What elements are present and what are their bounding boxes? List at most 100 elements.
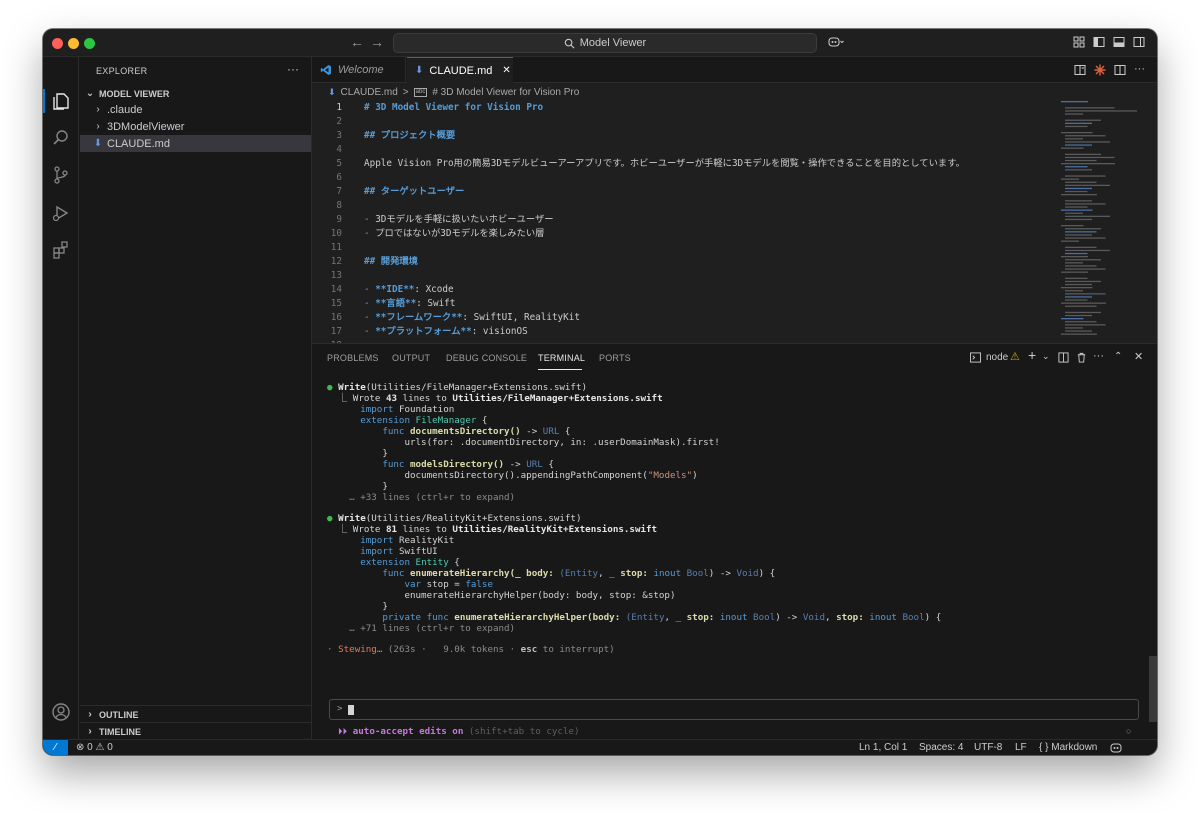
code-line[interactable]: 17 - **プラットフォーム**: visionOS (312, 325, 1052, 339)
minimap-line (1065, 125, 1088, 128)
open-preview-icon[interactable] (1074, 64, 1086, 76)
copilot-status-icon[interactable] (1110, 743, 1122, 753)
panel-tab-terminal[interactable]: TERMINAL (538, 353, 585, 363)
minimap-line (1065, 265, 1097, 267)
outline-section[interactable]: › OUTLINE (80, 705, 311, 722)
code-line[interactable]: 6 (312, 171, 1052, 185)
code-line[interactable]: 11 (312, 241, 1052, 255)
code-editor[interactable]: 1 # 3D Model Viewer for Vision Pro 2 3 ## プロ… (312, 101, 1157, 343)
code-line[interactable]: 10- プロではないが3Dモデルを楽しみたい層 (312, 227, 1052, 241)
chevron-down-icon[interactable]: ⌄ (1042, 351, 1050, 362)
code-line[interactable]: 2 (312, 115, 1052, 129)
panel-tab-problems[interactable]: PROBLEMS (327, 353, 379, 363)
timeline-section[interactable]: › TIMELINE (80, 722, 311, 739)
code-line[interactable]: 3 ## プロジェクト概要 (312, 129, 1052, 143)
terminal-expand-hint[interactable]: … +71 lines (ctrl+r to expand) (327, 623, 515, 634)
source-control-icon[interactable] (51, 165, 71, 185)
editor-more-icon[interactable]: ··· (1134, 63, 1145, 75)
terminal-line: func documentsDirectory() -> URL { (382, 426, 571, 437)
code-line[interactable]: 12 ## 開発環境 (312, 255, 1052, 269)
code-line[interactable]: 15 - **言語**: Swift (312, 297, 1052, 311)
terminal-scrollbar[interactable] (1149, 656, 1157, 722)
trash-icon[interactable] (1076, 352, 1087, 363)
line-number: 5 (336, 158, 342, 169)
tree-item-claude-folder[interactable]: › .claude (80, 101, 311, 118)
cursor-position[interactable]: Ln 1, Col 1 (859, 742, 907, 753)
code-line[interactable]: 4 (312, 143, 1052, 157)
remote-indicator-icon[interactable]: ⁄ (43, 740, 68, 755)
line-number: 3 (336, 130, 342, 141)
close-tab-icon[interactable]: ✕ (502, 65, 510, 76)
minimap-line (1061, 225, 1084, 227)
status-dot-icon: ● (327, 382, 333, 393)
terminal-line: ⎿ Wrote 43 lines to Utilities/FileManage… (338, 393, 663, 404)
line-ending[interactable]: LF (1015, 742, 1027, 753)
tab-welcome[interactable]: Welcome (312, 57, 406, 83)
minimap-line (1061, 256, 1088, 258)
minimap-line (1065, 187, 1092, 190)
minimap-line (1065, 107, 1115, 109)
toggle-secondary-sidebar-icon[interactable] (1133, 36, 1145, 48)
terminal-name[interactable]: node (986, 352, 1008, 363)
project-section-header[interactable]: ⌄ MODEL VIEWER (84, 88, 170, 99)
panel-tab-output[interactable]: OUTPUT (392, 353, 430, 363)
active-indicator (43, 89, 45, 113)
breadcrumb-symbol[interactable]: # 3D Model Viewer for Vision Pro (432, 87, 579, 98)
line-number: 2 (336, 116, 342, 127)
minimap-line (1061, 147, 1084, 149)
terminal-expand-hint[interactable]: … +33 lines (ctrl+r to expand) (327, 492, 515, 503)
code-line[interactable]: 8 (312, 199, 1052, 213)
minimize-window-button[interactable] (68, 38, 79, 49)
code-line[interactable]: 14 - **IDE**: Xcode (312, 283, 1052, 297)
minimap-line (1065, 290, 1083, 292)
sidebar-more-icon[interactable]: ··· (287, 62, 299, 76)
encoding[interactable]: UTF-8 (974, 742, 1002, 753)
minimap-line (1065, 237, 1106, 239)
code-line[interactable]: 5 Apple Vision Pro用の簡易3Dモデルビューアーアプリです。ホビー… (312, 157, 1052, 171)
close-window-button[interactable] (52, 38, 63, 49)
indentation[interactable]: Spaces: 4 (919, 742, 963, 753)
run-debug-icon[interactable] (51, 203, 71, 223)
back-arrow-icon[interactable]: ← (350, 34, 364, 50)
code-line[interactable]: 7 ## ターゲットユーザー (312, 185, 1052, 199)
split-terminal-icon[interactable] (1058, 352, 1069, 363)
bold-text: **IDE** (375, 284, 415, 295)
forward-arrow-icon[interactable]: → (370, 34, 384, 50)
customize-layout-icon[interactable] (1073, 36, 1085, 48)
code-line[interactable]: 13 (312, 269, 1052, 283)
accounts-icon[interactable] (51, 702, 71, 722)
maximize-panel-icon[interactable]: ⌃ (1114, 351, 1122, 362)
prompt-symbol: > (337, 704, 343, 714)
terminal-line: import RealityKit (360, 535, 455, 546)
zoom-window-button[interactable] (84, 38, 95, 49)
list-bullet: - (364, 298, 376, 309)
split-editor-icon[interactable] (1114, 64, 1126, 76)
search-activity-icon[interactable] (51, 128, 71, 148)
minimap[interactable] (1059, 101, 1145, 343)
explorer-icon[interactable] (51, 91, 71, 111)
tree-item-claude-md[interactable]: ⬇ CLAUDE.md (80, 135, 311, 152)
extensions-icon[interactable] (51, 240, 71, 260)
toggle-primary-sidebar-icon[interactable] (1093, 36, 1105, 48)
minimap-line (1065, 299, 1088, 301)
command-center-search[interactable]: Model Viewer (393, 33, 817, 53)
new-terminal-button[interactable]: + (1028, 347, 1036, 363)
copilot-icon[interactable] (828, 36, 844, 48)
panel-tab-ports[interactable]: PORTS (599, 353, 631, 363)
code-line[interactable]: 16 - **フレームワーク**: SwiftUI, RealityKit (312, 311, 1052, 325)
breadcrumb-file[interactable]: CLAUDE.md (341, 87, 398, 98)
code-line[interactable]: 9- 3Dモデルを手軽に扱いたいホビーユーザー (312, 213, 1052, 227)
panel-tab-debug-console[interactable]: DEBUG CONSOLE (446, 353, 527, 363)
language-mode[interactable]: { } Markdown (1039, 742, 1097, 753)
claude-prompt-input[interactable]: > (329, 699, 1139, 720)
problems-count[interactable]: ⊗ 0 ⚠ 0 (76, 742, 113, 753)
tree-item-3dmodelviewer-folder[interactable]: › 3DModelViewer (80, 118, 311, 135)
markdown-file-icon: ⬇ (415, 65, 424, 76)
close-panel-icon[interactable]: ✕ (1134, 350, 1143, 363)
panel-more-icon[interactable]: ··· (1093, 350, 1104, 362)
tab-claude-md[interactable]: ⬇ CLAUDE.md ✕ (407, 57, 513, 83)
symbol-string-icon: abc (413, 87, 428, 97)
toggle-panel-icon[interactable] (1113, 36, 1125, 48)
code-line[interactable]: 1 # 3D Model Viewer for Vision Pro (312, 101, 1052, 115)
claude-spark-icon[interactable] (1094, 64, 1106, 76)
